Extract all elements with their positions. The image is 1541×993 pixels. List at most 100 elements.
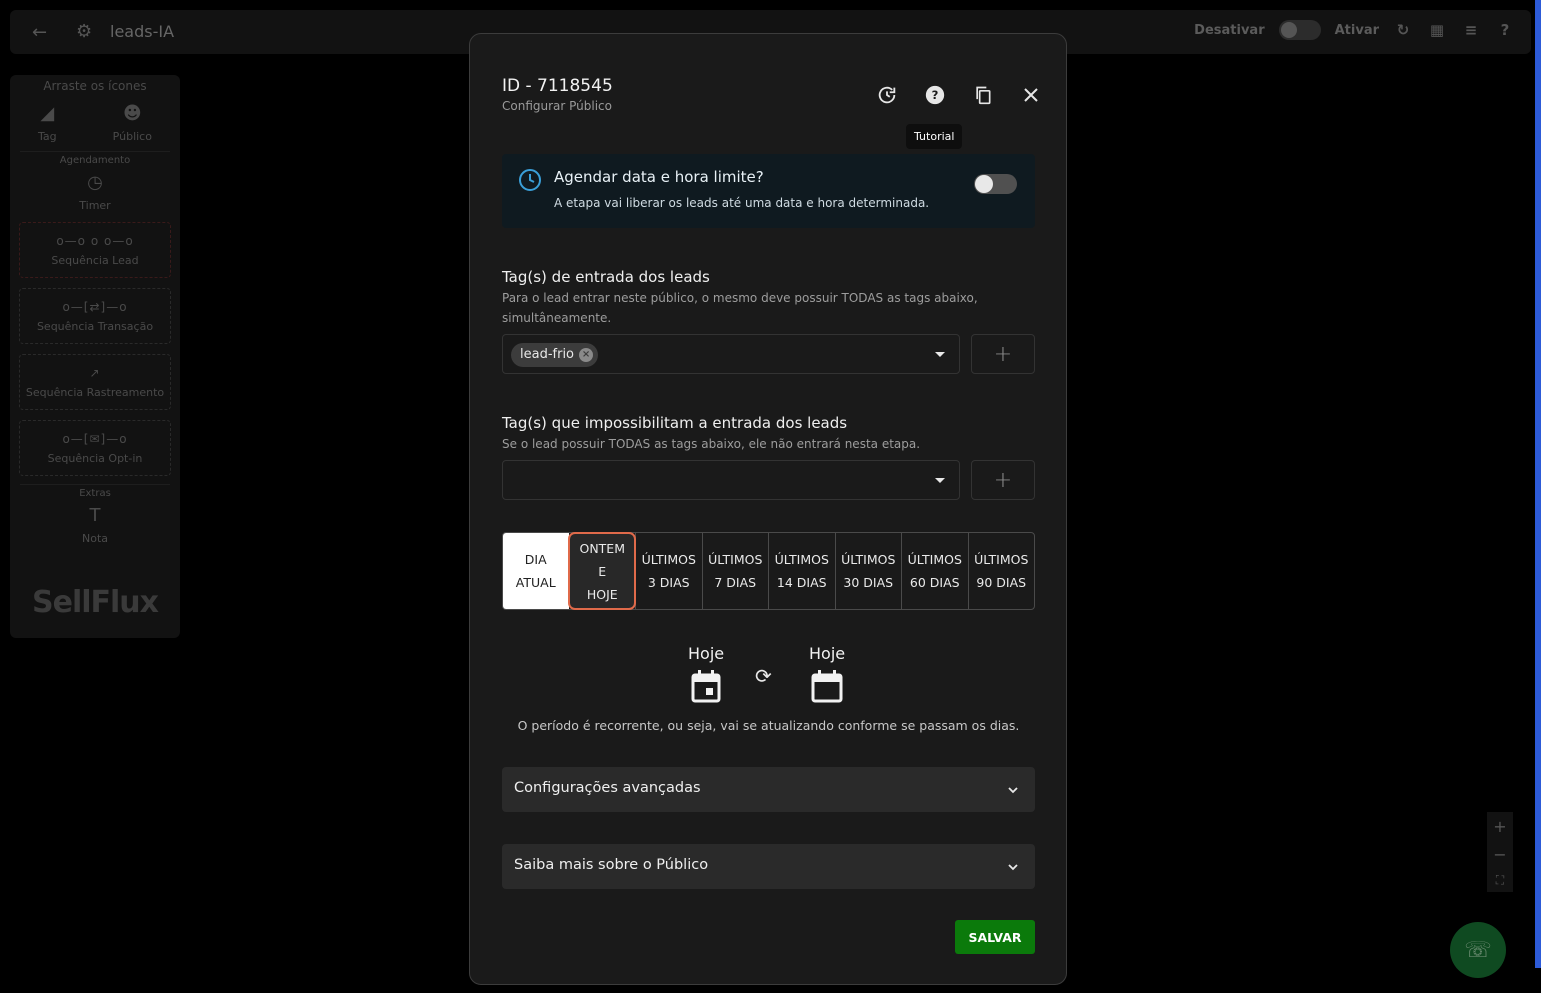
block-tags-select[interactable] xyxy=(502,460,960,500)
refresh-icon[interactable]: ↻ xyxy=(1393,20,1413,40)
chevron-down-icon xyxy=(1007,781,1019,800)
sidebar-header: Arraste os ícones xyxy=(43,79,147,93)
sequence-icon: o—o o o—o xyxy=(56,233,134,248)
save-button[interactable]: SALVAR xyxy=(955,920,1035,954)
deactivate-label: Desativar xyxy=(1194,22,1265,38)
components-sidebar: Arraste os ícones ◢ Tag ☻ Público Agenda… xyxy=(10,75,180,638)
accordion-label: Configurações avançadas xyxy=(514,780,701,796)
remove-chip-icon[interactable]: × xyxy=(579,348,594,362)
block-tags-description: Se o lead possuir TODAS as tags abaixo, … xyxy=(502,437,921,451)
sidebar-section-extras: Extras xyxy=(20,484,170,499)
zoom-in-icon[interactable]: + xyxy=(1493,817,1506,836)
back-arrow-icon[interactable]: ← xyxy=(32,22,47,43)
entry-tags-title: Tag(s) de entrada dos leads xyxy=(502,268,710,286)
help-icon[interactable]: ? xyxy=(922,82,948,108)
sidebar-item-label: Sequência Lead xyxy=(51,253,139,267)
optin-icon: o—[✉]—o xyxy=(62,431,128,446)
entry-tags-select[interactable]: lead-frio × xyxy=(502,334,960,374)
period-option[interactable]: ÚLTIMOS 14 DIAS xyxy=(768,533,835,609)
date-to-label: Hoje xyxy=(809,644,846,663)
plus-icon: + xyxy=(993,341,1013,367)
sidebar-item-label: Sequência Transação xyxy=(36,319,154,333)
transaction-icon: o—[⇄]—o xyxy=(62,299,128,314)
dropdown-caret-icon[interactable] xyxy=(935,478,945,483)
configure-public-modal: ID - 7118545 Configurar Público ? Tutori… xyxy=(469,33,1067,985)
history-icon[interactable] xyxy=(874,82,900,108)
modal-id: ID - 7118545 xyxy=(502,76,613,96)
clock-icon xyxy=(518,168,542,196)
sidebar-item-public[interactable]: ☻ Público xyxy=(113,103,152,143)
add-entry-tag-button[interactable]: + xyxy=(971,334,1035,374)
sidebar-item-note[interactable]: T Nota xyxy=(82,505,108,545)
flow-title: leads-IA xyxy=(110,22,175,41)
modal-actions: ? xyxy=(874,82,1044,108)
period-option[interactable]: ÚLTIMOS 3 DIAS xyxy=(635,533,702,609)
date-from-label: Hoje xyxy=(688,644,725,663)
date-from[interactable]: Hoje xyxy=(688,644,724,707)
activate-label: Ativar xyxy=(1334,22,1379,38)
whatsapp-icon: ☏ xyxy=(1464,937,1492,963)
tag-icon: ◢ xyxy=(40,103,55,124)
sidebar-item-label: Sequência Opt-in xyxy=(47,451,143,465)
sidebar-item-tag[interactable]: ◢ Tag xyxy=(38,103,57,143)
topbar-actions: Desativar Ativar ↻ ▦ ≡ ? xyxy=(1194,20,1515,40)
tag-chip-label: lead-frio xyxy=(520,347,575,362)
period-option[interactable]: ÚLTIMOS 90 DIAS xyxy=(967,533,1035,609)
dropdown-caret-icon[interactable] xyxy=(935,352,945,357)
modal-subtitle: Configurar Público xyxy=(502,99,612,113)
sidebar-item-sequence-optin[interactable]: o—[✉]—o Sequência Opt-in xyxy=(19,420,171,476)
help-icon[interactable]: ? xyxy=(1495,20,1515,40)
period-option[interactable]: ÚLTIMOS 30 DIAS xyxy=(834,533,902,609)
date-range: Hoje ⟳ Hoje xyxy=(502,642,1035,712)
sync-icon: ⟳ xyxy=(755,664,772,688)
plus-icon: + xyxy=(993,467,1013,493)
search-list-icon[interactable]: ≡ xyxy=(1461,20,1481,40)
sidebar-item-sequence-lead[interactable]: o—o o o—o Sequência Lead xyxy=(19,222,171,278)
sidebar-item-label: Nota xyxy=(81,532,108,545)
sellflux-logo: SellFlux xyxy=(32,585,159,620)
gear-icon[interactable]: ⚙ xyxy=(76,21,92,42)
period-selector: DIA ATUAL ONTEM E HOJE ÚLTIMOS 3 DIAS ÚL… xyxy=(502,532,1035,610)
chevron-down-icon xyxy=(1007,858,1019,877)
calendar-today-icon xyxy=(691,669,721,707)
period-option[interactable]: ÚLTIMOS 7 DIAS xyxy=(701,533,769,609)
schedule-description: A etapa vai liberar os leads até uma dat… xyxy=(554,196,930,210)
period-option[interactable]: DIA ATUAL xyxy=(503,533,569,609)
block-tags-title: Tag(s) que impossibilitam a entrada dos … xyxy=(502,414,848,432)
close-icon[interactable] xyxy=(1018,82,1044,108)
copy-icon[interactable] xyxy=(970,82,996,108)
schedule-toggle[interactable] xyxy=(974,174,1017,194)
fit-view-icon[interactable]: ⛶ xyxy=(1496,873,1504,888)
tag-chip: lead-frio × xyxy=(511,343,599,367)
activate-toggle[interactable] xyxy=(1278,20,1321,40)
zoom-out-icon[interactable]: − xyxy=(1493,845,1506,864)
accordion-label: Saiba mais sobre o Público xyxy=(514,857,709,873)
sidebar-item-timer[interactable]: ◷ Timer xyxy=(79,172,110,212)
tutorial-tooltip: Tutorial xyxy=(906,124,963,149)
whatsapp-button[interactable]: ☏ xyxy=(1450,922,1506,978)
recurrent-note: O período é recorrente, ou seja, vai se … xyxy=(517,718,1020,733)
calendar-icon xyxy=(811,669,843,707)
sidebar-item-label: Timer xyxy=(79,199,111,212)
advanced-settings-accordion[interactable]: Configurações avançadas xyxy=(502,767,1035,812)
page-scrollbar[interactable] xyxy=(1535,0,1541,968)
alarm-clock-icon: ◷ xyxy=(87,172,103,193)
entry-tags-description: Para o lead entrar neste público, o mesm… xyxy=(502,291,978,325)
map-icon[interactable]: ▦ xyxy=(1427,20,1447,40)
svg-text:?: ? xyxy=(932,88,939,102)
sidebar-item-sequence-tracking[interactable]: ↗ Sequência Rastreamento xyxy=(19,354,171,410)
users-icon: ☻ xyxy=(122,103,142,124)
sidebar-item-label: Tag xyxy=(38,130,57,143)
sidebar-item-label: Sequência Rastreamento xyxy=(25,385,165,399)
note-icon: T xyxy=(89,505,101,526)
zoom-controls: + − ⛶ xyxy=(1487,812,1513,892)
period-option[interactable]: ONTEM E HOJE xyxy=(567,532,636,610)
add-block-tag-button[interactable]: + xyxy=(971,460,1035,500)
period-option[interactable]: ÚLTIMOS 60 DIAS xyxy=(901,533,968,609)
schedule-title: Agendar data e hora limite? xyxy=(554,168,764,186)
learn-more-accordion[interactable]: Saiba mais sobre o Público xyxy=(502,844,1035,889)
schedule-limit-card: Agendar data e hora limite? A etapa vai … xyxy=(502,154,1035,228)
date-to[interactable]: Hoje xyxy=(809,644,845,707)
sidebar-item-sequence-transaction[interactable]: o—[⇄]—o Sequência Transação xyxy=(19,288,171,344)
tracking-icon: ↗ xyxy=(89,365,101,380)
